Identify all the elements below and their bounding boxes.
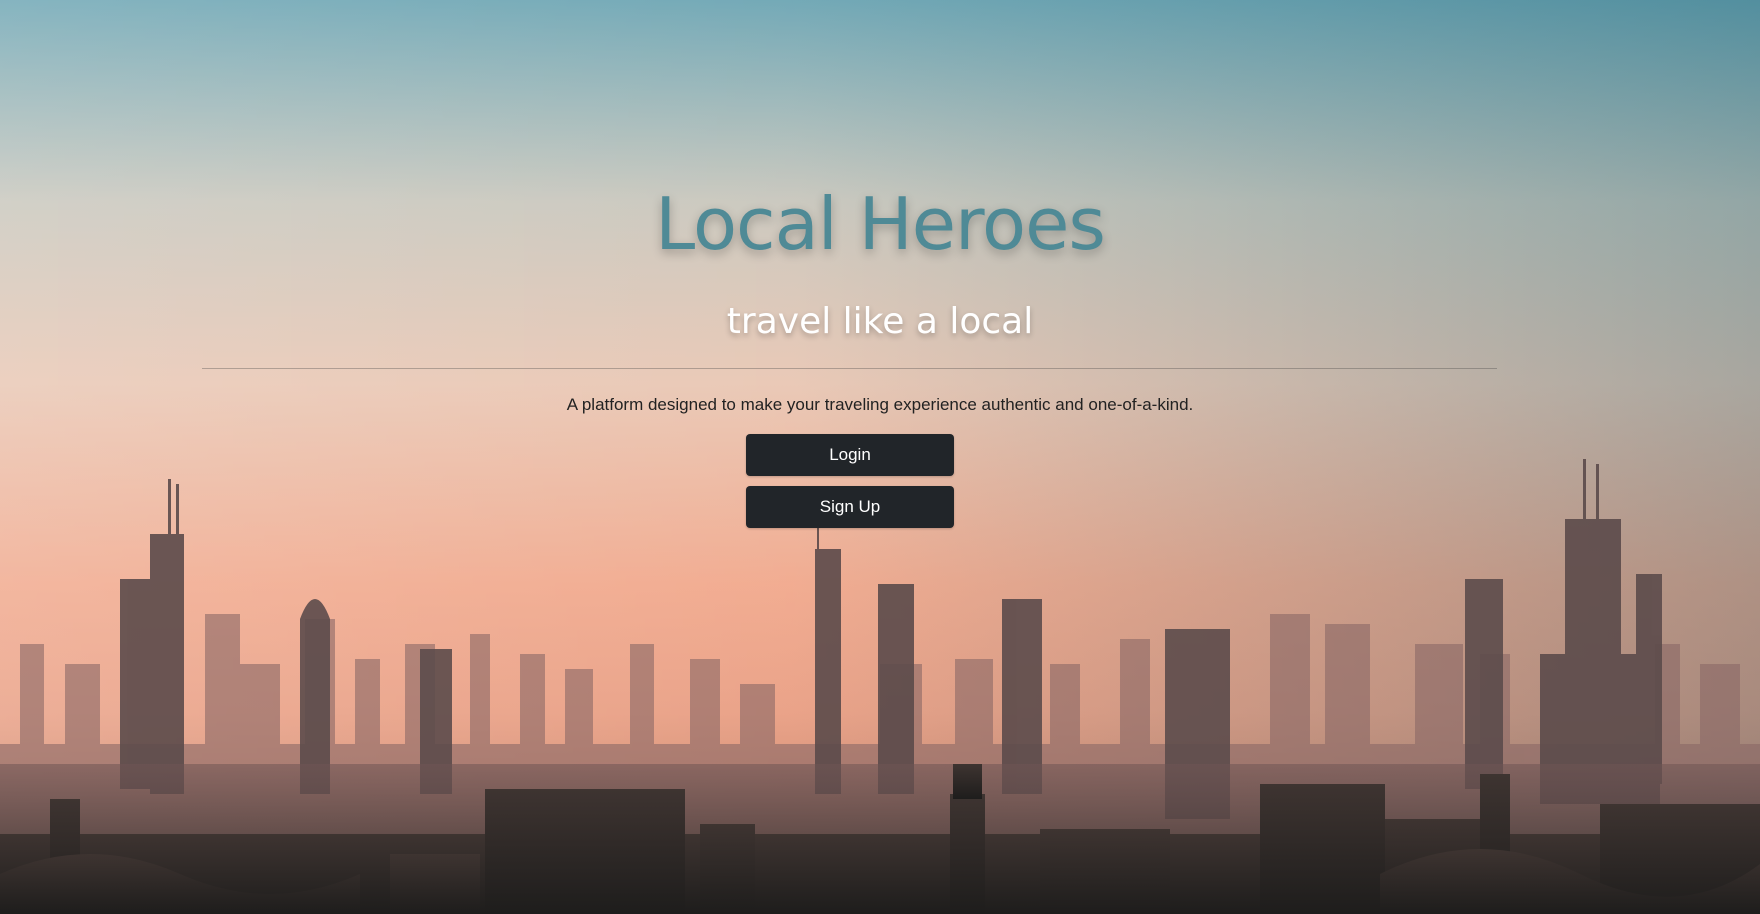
divider xyxy=(202,368,1497,369)
tagline: A platform designed to make your traveli… xyxy=(566,395,1194,414)
hero-section: Local Heroes travel like a local A platf… xyxy=(0,0,1760,914)
login-button[interactable]: Login xyxy=(746,434,954,476)
page-subtitle: travel like a local xyxy=(726,301,1034,342)
sign-up-button[interactable]: Sign Up xyxy=(746,486,954,528)
page-title: Local Heroes xyxy=(655,182,1106,266)
